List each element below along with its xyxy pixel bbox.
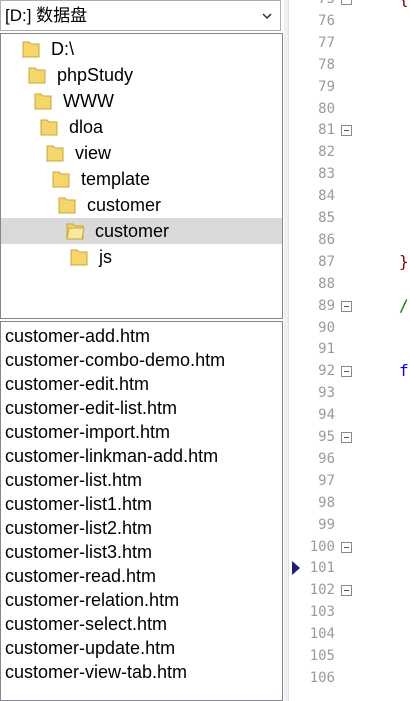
file-list-item[interactable]: customer-add.htm: [5, 324, 150, 348]
tree-node-label: view: [75, 143, 112, 163]
file-list[interactable]: customer-add.htm customer-combo-demo.htm c…: [0, 321, 283, 701]
line-number: 78: [318, 56, 335, 73]
tree-node[interactable]: customer: [57, 192, 282, 218]
line-number: 91: [318, 341, 335, 358]
folder-icon: [46, 145, 64, 162]
file-list-item[interactable]: customer-view-tab.htm: [5, 660, 187, 684]
tree-node-label: js: [99, 247, 112, 267]
fold-toggle-icon[interactable]: [341, 366, 352, 378]
line-number: 83: [318, 166, 335, 183]
tree-node-label: dloa: [69, 117, 104, 137]
tree-node[interactable]: customer: [1, 218, 282, 244]
line-number: 99: [318, 516, 335, 533]
tree-node-label: WWW: [63, 91, 114, 111]
tree-node-label: customer: [87, 195, 162, 215]
folder-open-icon: [66, 223, 85, 240]
line-number: 89: [318, 297, 335, 314]
chevron-down-icon: [262, 13, 272, 20]
fold-toggle-icon[interactable]: [341, 125, 352, 137]
fold-toggle-icon[interactable]: [341, 300, 352, 312]
tree-node[interactable]: D:\: [21, 36, 282, 62]
line-number: 93: [318, 385, 335, 402]
file-list-item[interactable]: customer-combo-demo.htm: [5, 348, 225, 372]
folder-icon: [22, 41, 40, 58]
code-text[interactable]: {: [399, 0, 409, 8]
folder-icon: [28, 67, 46, 84]
bookmark-marker-icon: [292, 561, 300, 576]
file-list-item[interactable]: customer-edit-list.htm: [5, 396, 177, 420]
folder-icon: [40, 119, 58, 136]
drive-selector[interactable]: [D:] 数据盘: [0, 0, 281, 31]
drive-selector-label: [D:] 数据盘: [5, 6, 88, 25]
file-list-item[interactable]: customer-update.htm: [5, 636, 175, 660]
folder-icon: [52, 171, 70, 188]
tree-node[interactable]: js: [69, 244, 282, 270]
file-list-item[interactable]: customer-list3.htm: [5, 540, 152, 564]
line-number: 100: [309, 538, 335, 555]
tree-node[interactable]: WWW: [33, 88, 282, 114]
line-number: 82: [318, 144, 335, 161]
file-list-item[interactable]: customer-read.htm: [5, 564, 156, 588]
line-number: 79: [318, 78, 335, 95]
folder-icon: [58, 197, 76, 214]
line-number: 103: [309, 604, 335, 621]
line-number: 96: [318, 450, 335, 467]
line-number: 76: [318, 12, 335, 29]
line-number: 97: [318, 472, 335, 489]
line-number: 84: [318, 188, 335, 205]
code-text[interactable]: }: [399, 252, 409, 271]
line-number: 86: [318, 231, 335, 248]
code-text[interactable]: /: [399, 296, 409, 315]
file-list-item[interactable]: customer-list.htm: [5, 468, 142, 492]
tree-node-label: template: [81, 169, 151, 189]
tree-node-label: customer: [95, 221, 170, 241]
file-list-item[interactable]: customer-list2.htm: [5, 516, 152, 540]
tree-node[interactable]: view: [45, 140, 282, 166]
tree-node-label: D:\: [51, 39, 75, 59]
fold-toggle-icon[interactable]: [341, 585, 352, 597]
file-list-item[interactable]: customer-relation.htm: [5, 588, 179, 612]
file-list-item[interactable]: customer-linkman-add.htm: [5, 444, 218, 468]
tree-node[interactable]: dloa: [39, 114, 282, 140]
line-number: 85: [318, 210, 335, 226]
line-number: 94: [318, 407, 335, 424]
code-text[interactable]: f: [399, 362, 409, 380]
file-list-item[interactable]: customer-select.htm: [5, 612, 167, 636]
fold-toggle-icon[interactable]: [341, 541, 352, 553]
line-number: 90: [318, 319, 335, 336]
line-number: 80: [318, 100, 335, 117]
fold-toggle-icon[interactable]: [341, 0, 352, 5]
line-number: 88: [318, 275, 335, 292]
line-number: 81: [318, 122, 335, 139]
line-number: 98: [318, 494, 335, 511]
line-number: 102: [309, 582, 335, 599]
folder-tree[interactable]: D:\ phpStudy WWW dloa view template customer cu…: [0, 33, 283, 319]
line-number: 105: [309, 648, 335, 664]
line-number: 75: [289, 0, 335, 8]
line-number: 92: [318, 363, 335, 380]
line-number: 77: [318, 34, 335, 51]
line-number: 104: [309, 626, 335, 643]
file-list-item[interactable]: customer-list1.htm: [5, 492, 152, 516]
line-number: 95: [318, 429, 335, 445]
tree-node[interactable]: phpStudy: [27, 62, 282, 88]
line-number: 106: [309, 669, 335, 686]
folder-icon: [34, 93, 52, 110]
folder-icon: [70, 249, 88, 266]
code-editor[interactable]: 75 {76 77 78 79 80 81 82 83 84 85 86 87} 88 89 / 90 91 92 f…: [288, 0, 410, 701]
tree-node[interactable]: template: [51, 166, 282, 192]
file-list-item[interactable]: customer-edit.htm: [5, 372, 149, 396]
tree-node-label: phpStudy: [57, 65, 134, 85]
file-list-item[interactable]: customer-import.htm: [5, 420, 170, 444]
line-number: 87: [318, 253, 335, 270]
fold-toggle-icon[interactable]: [341, 432, 352, 443]
